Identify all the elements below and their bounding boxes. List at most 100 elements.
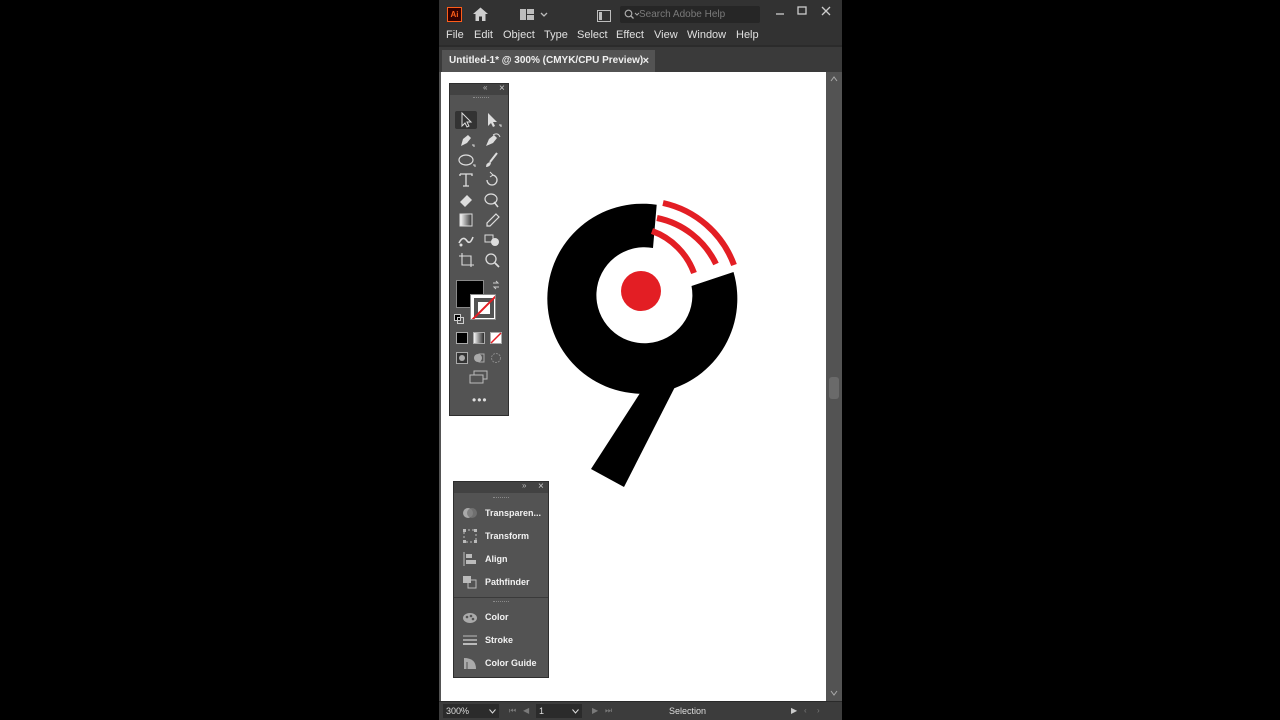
menu-file[interactable]: File	[446, 28, 464, 43]
shape-builder-tool[interactable]	[481, 231, 503, 249]
panel-grip[interactable]	[473, 97, 489, 100]
panel-dock-header[interactable]: » ×	[454, 481, 548, 493]
gradient-mode-icon[interactable]	[473, 331, 485, 349]
close-panel-icon[interactable]: ×	[538, 481, 544, 492]
menu-select[interactable]: Select	[577, 28, 608, 43]
panel-item-label: Stroke	[485, 635, 514, 645]
panel-item-label: Transform	[485, 531, 530, 541]
warp-icon	[484, 193, 499, 208]
scroll-up-icon[interactable]	[830, 76, 838, 82]
color-mode-icon[interactable]	[456, 331, 468, 349]
menu-window[interactable]: Window	[687, 28, 726, 43]
panel-item-color-guide[interactable]: Color Guide	[454, 653, 548, 673]
pen-icon	[461, 135, 475, 147]
menu-view[interactable]: View	[654, 28, 678, 43]
chevron-down-icon	[489, 709, 496, 714]
curvature-tool[interactable]	[481, 131, 503, 149]
gradient-icon	[459, 213, 473, 227]
panel-item-align[interactable]: Align	[454, 549, 548, 569]
panel-item-color[interactable]: Color	[454, 607, 548, 627]
arrange-documents-icon[interactable]	[597, 9, 611, 27]
swap-fill-stroke-icon[interactable]	[491, 277, 501, 295]
zoom-level-field[interactable]: 300%	[443, 704, 499, 718]
rotate-icon	[486, 171, 498, 186]
draw-inside-icon[interactable]	[490, 351, 502, 369]
draw-behind-icon[interactable]	[473, 351, 485, 369]
panel-item-label: Color	[485, 612, 509, 622]
panel-item-stroke[interactable]: Stroke	[454, 630, 548, 650]
panel-item-pathfinder[interactable]: Pathfinder	[454, 572, 548, 592]
expand-panels-icon[interactable]: »	[522, 481, 526, 490]
vertical-scrollbar[interactable]	[826, 72, 842, 701]
menu-object[interactable]: Object	[503, 28, 535, 43]
close-window-icon[interactable]	[820, 4, 832, 22]
first-artboard-icon[interactable]: ⏮	[509, 704, 516, 718]
search-input[interactable]: Search Adobe Help	[620, 6, 760, 23]
zoom-tool[interactable]	[481, 251, 503, 269]
color-icon	[462, 610, 478, 624]
collapsed-panels-dock: » × Transparen... Transform Align Pathfi…	[453, 481, 549, 678]
eyedropper-icon	[486, 213, 500, 227]
scroll-left-icon[interactable]: ‹	[804, 704, 807, 718]
scroll-down-icon[interactable]	[830, 690, 838, 696]
menu-type[interactable]: Type	[544, 28, 568, 43]
paintbrush-tool[interactable]	[481, 151, 503, 169]
chevron-down-icon	[572, 709, 579, 714]
shape-builder-icon	[484, 234, 499, 246]
pen-tool[interactable]	[455, 131, 477, 149]
last-artboard-icon[interactable]: ⏭	[605, 704, 612, 718]
menu-edit[interactable]: Edit	[474, 28, 493, 43]
next-artboard-icon[interactable]: ▶	[592, 704, 598, 718]
warp-tool[interactable]	[481, 191, 503, 209]
panel-item-label: Color Guide	[485, 658, 537, 668]
status-bar: 300% ⏮ ◀ 1 ▶ ⏭ Selection ▶ ‹ ›	[439, 701, 842, 720]
maximize-icon[interactable]	[796, 4, 808, 22]
direct-selection-arrow-icon	[488, 113, 502, 127]
screen-mode-icon[interactable]	[469, 370, 489, 389]
selection-tool[interactable]	[455, 111, 477, 129]
panel-divider	[454, 597, 548, 598]
zoom-level-value: 300%	[446, 706, 470, 716]
panel-item-transparency[interactable]: Transparen...	[454, 503, 548, 523]
align-icon	[462, 552, 478, 566]
artboard-number-value: 1	[539, 706, 545, 716]
eyedropper-tool[interactable]	[481, 211, 503, 229]
status-menu-icon[interactable]: ▶	[791, 704, 797, 718]
ellipse-tool[interactable]	[455, 151, 477, 169]
scroll-right-icon[interactable]: ›	[817, 704, 820, 718]
panel-grip[interactable]	[493, 601, 509, 604]
default-fill-stroke-icon[interactable]	[454, 311, 464, 329]
collapse-panel-icon[interactable]: «	[483, 83, 487, 92]
workspace-layout-icon[interactable]	[520, 8, 550, 26]
stroke-none-icon	[471, 295, 495, 319]
panel-item-transform[interactable]: Transform	[454, 526, 548, 546]
signal-arc-large	[662, 200, 737, 267]
rotate-tool[interactable]	[481, 171, 503, 189]
previous-artboard-icon[interactable]: ◀	[523, 704, 529, 718]
draw-normal-icon[interactable]	[456, 351, 468, 369]
type-t-icon	[459, 173, 473, 187]
puppet-warp-tool[interactable]	[455, 231, 477, 249]
type-tool[interactable]	[455, 171, 477, 189]
direct-selection-tool[interactable]	[481, 111, 503, 129]
illustrator-window: Ai Search Adobe Help File Edit Object Ty…	[439, 0, 842, 720]
eraser-tool[interactable]	[455, 191, 477, 209]
artboard-tool[interactable]	[455, 251, 477, 269]
minimize-icon[interactable]	[774, 6, 786, 24]
panel-item-label: Pathfinder	[485, 577, 530, 587]
scrollbar-thumb[interactable]	[829, 377, 839, 399]
close-panel-icon[interactable]: ×	[499, 83, 505, 94]
menu-effect[interactable]: Effect	[616, 28, 644, 43]
edit-toolbar-icon[interactable]: •••	[472, 394, 488, 406]
menu-help[interactable]: Help	[736, 28, 759, 43]
home-icon[interactable]	[472, 6, 489, 27]
gradient-tool[interactable]	[455, 211, 477, 229]
artboard-number-field[interactable]: 1	[536, 704, 582, 718]
tools-panel-header[interactable]: « ×	[450, 83, 508, 95]
none-mode-icon[interactable]	[490, 331, 502, 349]
document-tab[interactable]: Untitled-1* @ 300% (CMYK/CPU Preview) ×	[442, 50, 655, 72]
close-tab-icon[interactable]: ×	[643, 50, 649, 72]
paintbrush-icon	[486, 152, 498, 167]
panel-grip[interactable]	[493, 497, 509, 500]
stroke-color-swatch[interactable]	[470, 294, 496, 320]
